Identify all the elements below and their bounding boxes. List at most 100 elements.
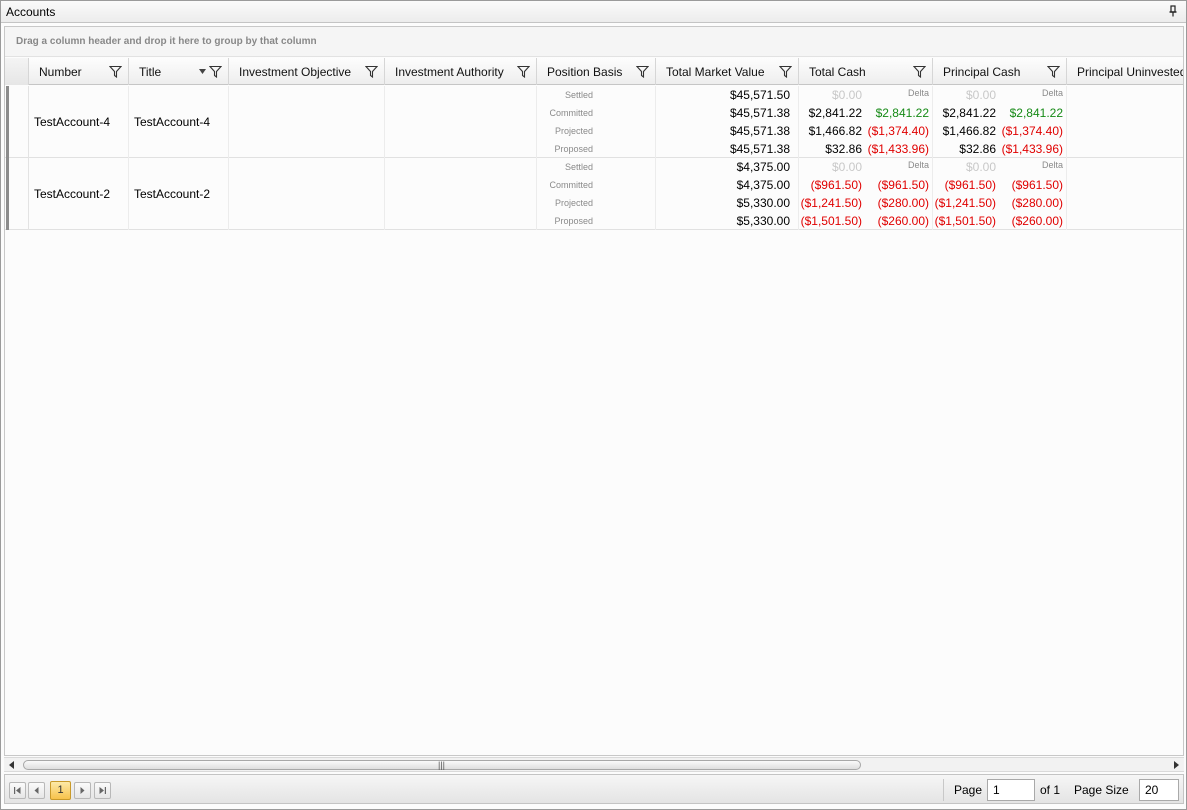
total-cash-value: $1,466.82 [808, 124, 862, 138]
window-titlebar: Accounts [1, 1, 1186, 23]
page-count-label: of 1 [1040, 783, 1061, 797]
delta-label: Delta [1041, 160, 1063, 170]
filter-icon[interactable] [913, 65, 926, 78]
prev-page-icon [34, 787, 39, 794]
principal-cash-value: $0.00 [965, 88, 996, 102]
filter-icon[interactable] [1047, 65, 1060, 78]
principal-cash-value: ($961.50) [944, 178, 996, 192]
tmv-value: $45,571.38 [729, 106, 790, 120]
column-header-title[interactable]: Title [129, 58, 229, 85]
cell-principal-cash[interactable]: $0.00 Delta ($961.50) ($961.50) ($1,241.50… [933, 158, 1067, 230]
cell-number[interactable]: TestAccount-4 [29, 86, 129, 158]
scrollbar-thumb[interactable]: ||| [23, 760, 861, 770]
column-header-total-cash[interactable]: Total Cash [799, 58, 933, 85]
cell-total-market-value[interactable]: $45,571.50 $45,571.38 $45,571.38 $45,571… [656, 86, 799, 158]
page-size-input[interactable] [1139, 779, 1179, 801]
column-header-total-market-value[interactable]: Total Market Value [656, 58, 799, 85]
cell-investment-authority[interactable] [385, 86, 537, 158]
filter-icon[interactable] [517, 65, 530, 78]
principal-cash-value: ($1,501.50) [934, 214, 996, 228]
last-page-button[interactable] [94, 782, 111, 799]
scroll-left-icon[interactable] [9, 761, 14, 769]
page-size-label: Page Size [1074, 783, 1129, 797]
basis-label: Committed [549, 180, 593, 190]
header-indicator-column [5, 58, 29, 85]
total-cash-delta: ($260.00) [877, 214, 929, 228]
row-indicator [5, 86, 29, 158]
group-by-panel[interactable]: Drag a column header and drop it here to… [5, 27, 1183, 57]
table-row[interactable]: TestAccount-2 TestAccount-2 Settled Comm… [5, 158, 1183, 230]
cell-title[interactable]: TestAccount-2 [129, 158, 229, 230]
column-header-principal-uninvested[interactable]: Principal Uninvested [1067, 58, 1184, 85]
last-page-icon [99, 787, 106, 794]
column-header-position-basis[interactable]: Position Basis [537, 58, 656, 85]
tmv-value: $45,571.50 [729, 88, 790, 102]
accounts-grid: Drag a column header and drop it here to… [4, 26, 1184, 756]
column-label: Principal Cash [943, 65, 1021, 79]
column-header-number[interactable]: Number [29, 58, 129, 85]
first-page-button[interactable] [9, 782, 26, 799]
column-label: Investment Objective [239, 65, 352, 79]
filter-icon[interactable] [365, 65, 378, 78]
column-header-principal-cash[interactable]: Principal Cash [933, 58, 1067, 85]
principal-cash-value: $1,466.82 [942, 124, 996, 138]
page-label: Page [954, 783, 983, 797]
cell-total-cash[interactable]: $0.00 Delta $2,841.22 $2,841.22 $1,466.82 (… [799, 86, 933, 158]
tmv-value: $5,330.00 [736, 196, 790, 210]
next-page-button[interactable] [74, 782, 91, 799]
column-label: Position Basis [547, 65, 623, 79]
filter-icon[interactable] [109, 65, 122, 78]
prev-page-button[interactable] [28, 782, 45, 799]
principal-cash-value: ($1,241.50) [934, 196, 996, 210]
total-cash-delta: ($1,433.96) [867, 142, 929, 156]
cell-total-market-value[interactable]: $4,375.00 $4,375.00 $5,330.00 $5,330.00 [656, 158, 799, 230]
delta-label: Delta [907, 88, 929, 98]
total-cash-value: $32.86 [825, 142, 862, 156]
cell-position-basis[interactable]: Settled Committed Projected Proposed [537, 86, 656, 158]
basis-label: Proposed [554, 216, 593, 226]
total-cash-value: ($1,241.50) [800, 196, 862, 210]
filter-icon[interactable] [779, 65, 792, 78]
scroll-right-icon[interactable] [1174, 761, 1179, 769]
total-cash-value: $0.00 [831, 160, 862, 174]
cell-principal-cash[interactable]: $0.00 Delta $2,841.22 $2,841.22 $1,466.82 (… [933, 86, 1067, 158]
tmv-value: $45,571.38 [729, 142, 790, 156]
next-page-icon [80, 787, 85, 794]
cell-position-basis[interactable]: Settled Committed Projected Proposed [537, 158, 656, 230]
column-header-investment-authority[interactable]: Investment Authority [385, 58, 537, 85]
total-cash-delta: ($280.00) [877, 196, 929, 210]
cell-investment-objective[interactable] [229, 86, 385, 158]
cell-principal-uninvested[interactable] [1067, 158, 1183, 230]
total-cash-value: $2,841.22 [808, 106, 862, 120]
pager-bar: 1 Page of 1 Page Size [4, 774, 1184, 804]
cell-total-cash[interactable]: $0.00 Delta ($961.50) ($961.50) ($1,241.50… [799, 158, 933, 230]
total-cash-value: ($961.50) [810, 178, 862, 192]
filter-icon[interactable] [636, 65, 649, 78]
principal-cash-delta: ($1,433.96) [1001, 142, 1063, 156]
cell-title[interactable]: TestAccount-4 [129, 86, 229, 158]
basis-label: Projected [554, 198, 593, 208]
page-input[interactable] [987, 779, 1035, 801]
grip-icon: ||| [438, 760, 446, 770]
window-title: Accounts [6, 5, 56, 19]
column-label: Principal Uninvested [1077, 65, 1184, 79]
basis-label: Proposed [554, 144, 593, 154]
total-cash-value: $0.00 [831, 88, 862, 102]
horizontal-scrollbar[interactable]: ||| [4, 757, 1184, 772]
table-row[interactable]: TestAccount-4 TestAccount-4 Settled Comm… [5, 86, 1183, 158]
basis-label: Committed [549, 108, 593, 118]
cell-investment-authority[interactable] [385, 158, 537, 230]
pin-icon[interactable] [1168, 5, 1178, 17]
column-label: Number [39, 65, 82, 79]
basis-label: Settled [564, 90, 593, 100]
cell-number[interactable]: TestAccount-2 [29, 158, 129, 230]
total-cash-value: ($1,501.50) [800, 214, 862, 228]
page-number-current[interactable]: 1 [50, 781, 71, 800]
column-label: Title [139, 65, 162, 79]
cell-investment-objective[interactable] [229, 158, 385, 230]
column-header-investment-objective[interactable]: Investment Objective [229, 58, 385, 85]
principal-cash-value: $32.86 [959, 142, 996, 156]
filter-icon[interactable] [209, 65, 222, 78]
total-cash-delta: $2,841.22 [875, 106, 929, 120]
cell-principal-uninvested[interactable] [1067, 86, 1183, 158]
